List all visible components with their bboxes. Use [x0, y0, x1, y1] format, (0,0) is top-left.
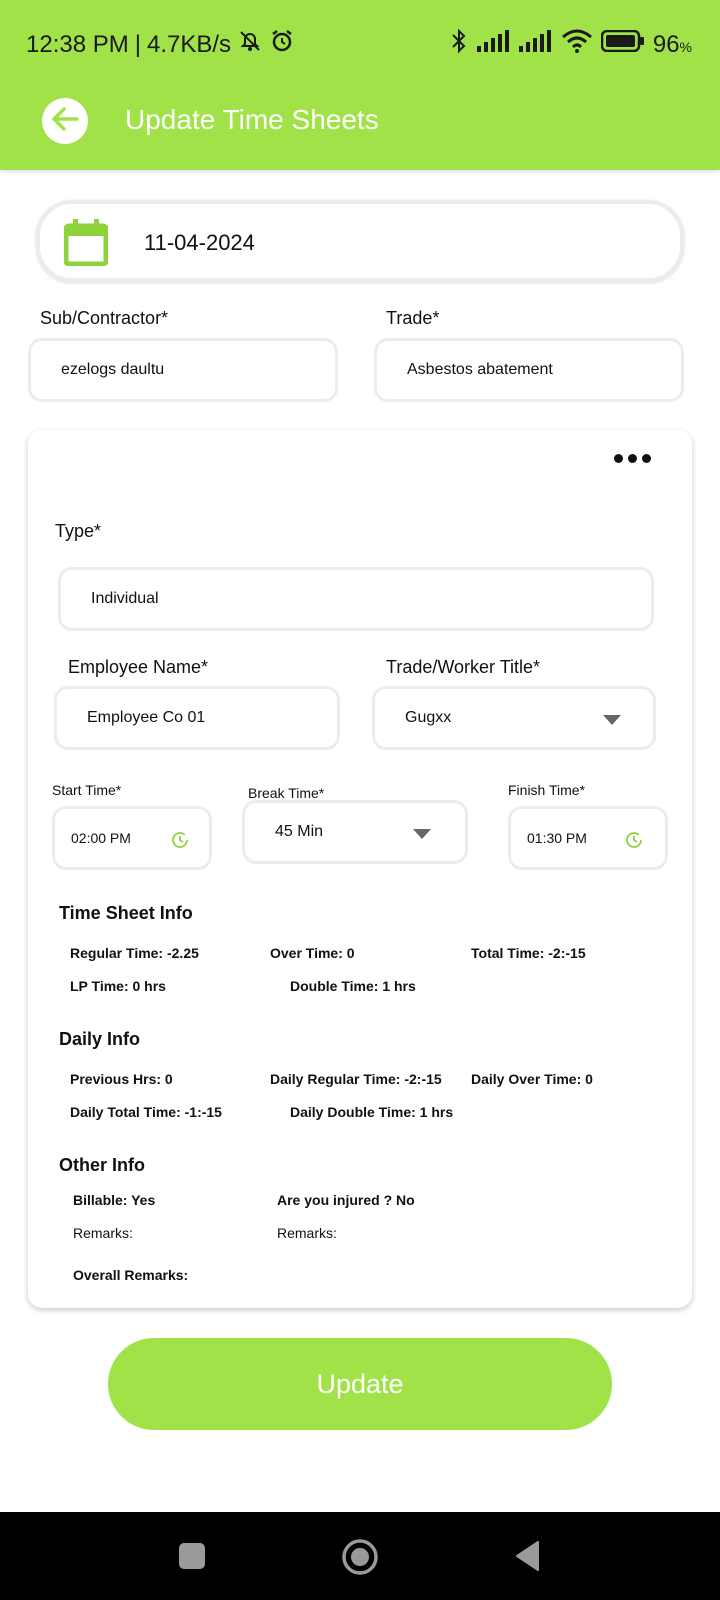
alarm-icon	[269, 28, 295, 61]
subcontractor-field[interactable]: ezelogs daultu	[28, 338, 338, 402]
calendar-icon	[63, 218, 109, 271]
daily-total-time: Daily Total Time: -1:-15	[70, 1104, 222, 1120]
update-button[interactable]: Update	[108, 1338, 612, 1430]
back-button[interactable]	[42, 98, 88, 144]
finish-time-value: 01:30 PM	[527, 830, 587, 846]
trade-label: Trade*	[386, 308, 440, 328]
worker-title-label: Trade/Worker Title*	[386, 657, 541, 677]
wifi-icon	[561, 29, 593, 60]
status-separator: |	[134, 30, 141, 58]
type-value: Individual	[91, 590, 159, 607]
remarks-right: Remarks:	[277, 1225, 337, 1241]
injured-status: Are you injured ? No	[277, 1192, 415, 1208]
total-time: Total Time: -2:-15	[471, 945, 586, 961]
chevron-down-icon	[603, 715, 621, 725]
type-field[interactable]: Individual	[58, 567, 654, 631]
subcontractor-label: Sub/Contractor*	[40, 308, 169, 328]
break-time-label: Break Time*	[248, 785, 325, 801]
status-right: 96%	[449, 28, 692, 61]
daily-over-time: Daily Over Time: 0	[471, 1071, 593, 1087]
back-nav-icon[interactable]	[514, 1540, 540, 1577]
status-left: 12:38 PM | 4.7KB/s	[26, 28, 295, 61]
regular-time: Regular Time: -2.25	[70, 945, 199, 961]
time-sheet-info-title: Time Sheet Info	[59, 903, 193, 923]
trade-field[interactable]: Asbestos abatement	[374, 338, 684, 402]
finish-time-field[interactable]: 01:30 PM	[508, 806, 668, 870]
daily-info-title: Daily Info	[59, 1029, 141, 1049]
trade-value: Asbestos abatement	[407, 361, 553, 378]
employee-name-value: Employee Co 01	[87, 709, 206, 726]
system-nav-bar	[0, 1512, 720, 1600]
status-bar: 12:38 PM | 4.7KB/s 96%	[0, 0, 720, 84]
page-title: Update Time Sheets	[125, 104, 379, 135]
chevron-down-icon	[413, 829, 431, 839]
date-value: 11-04-2024	[144, 230, 255, 255]
signal-icon	[476, 30, 511, 59]
clock-icon	[171, 831, 189, 854]
other-info-title: Other Info	[59, 1155, 145, 1175]
subcontractor-value: ezelogs daultu	[61, 361, 165, 378]
bell-off-icon	[237, 28, 263, 61]
type-label: Type*	[55, 521, 102, 541]
date-picker-field[interactable]: 11-04-2024	[36, 200, 684, 282]
double-time: Double Time: 1 hrs	[290, 978, 416, 994]
signal-icon	[518, 30, 553, 59]
start-time-value: 02:00 PM	[71, 830, 131, 846]
recents-icon[interactable]	[178, 1542, 206, 1575]
break-time-value: 45 Min	[275, 823, 324, 840]
overall-remarks: Overall Remarks:	[73, 1267, 189, 1283]
billable: Billable: Yes	[73, 1192, 156, 1208]
start-time-label: Start Time*	[52, 782, 122, 798]
finish-time-label: Finish Time*	[508, 782, 586, 798]
arrow-left-icon	[48, 102, 82, 141]
home-icon[interactable]	[341, 1538, 379, 1581]
clock-icon	[625, 831, 643, 854]
battery-level: 96%	[652, 30, 692, 58]
employee-name-label: Employee Name*	[68, 657, 209, 677]
start-time-field[interactable]: 02:00 PM	[52, 806, 212, 870]
more-options-icon[interactable]	[614, 454, 651, 463]
daily-regular-time: Daily Regular Time: -2:-15	[270, 1071, 442, 1087]
bluetooth-icon	[449, 28, 469, 61]
worker-title-value: Gugxx	[405, 709, 452, 726]
status-speed: 4.7KB/s	[146, 30, 232, 58]
status-time: 12:38 PM	[26, 30, 129, 58]
worker-title-dropdown[interactable]: Gugxx	[372, 686, 656, 750]
battery-icon	[600, 29, 645, 59]
previous-hrs: Previous Hrs: 0	[70, 1071, 173, 1087]
lp-time: LP Time: 0 hrs	[70, 978, 166, 994]
app-bar: Update Time Sheets	[0, 84, 720, 170]
break-time-dropdown[interactable]: 45 Min	[242, 800, 468, 864]
update-button-label: Update	[316, 1368, 404, 1399]
over-time: Over Time: 0	[270, 945, 355, 961]
daily-double-time: Daily Double Time: 1 hrs	[290, 1104, 454, 1120]
employee-name-field[interactable]: Employee Co 01	[54, 686, 340, 750]
remarks-left: Remarks:	[73, 1225, 133, 1241]
